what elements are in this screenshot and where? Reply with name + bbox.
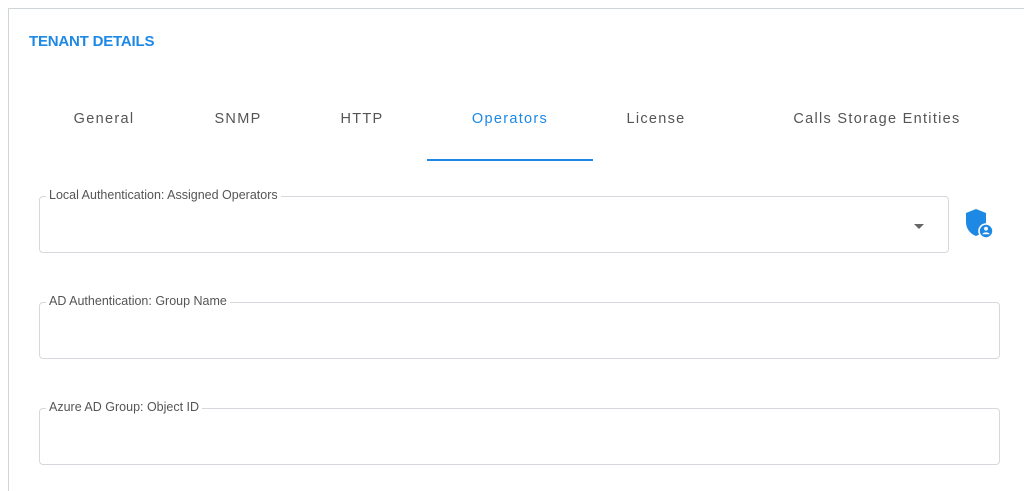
tab-calls-storage-entities[interactable]: Calls Storage Entities bbox=[761, 99, 993, 157]
tab-snmp[interactable]: SNMP bbox=[197, 99, 279, 157]
azure-ad-object-id-field[interactable]: Azure AD Group: Object ID bbox=[39, 400, 1000, 465]
local-auth-operators-select[interactable]: Local Authentication: Assigned Operators bbox=[39, 188, 949, 253]
ad-group-name-input[interactable] bbox=[50, 321, 959, 343]
tab-operators[interactable]: Operators bbox=[427, 99, 593, 157]
local-auth-operators-input[interactable] bbox=[50, 215, 908, 237]
tab-http[interactable]: HTTP bbox=[327, 99, 397, 157]
active-tab-indicator bbox=[427, 159, 593, 161]
local-auth-operators-label: Local Authentication: Assigned Operators bbox=[46, 188, 281, 202]
chevron-down-icon[interactable] bbox=[914, 224, 924, 229]
ad-group-name-label: AD Authentication: Group Name bbox=[46, 294, 230, 308]
azure-ad-object-id-label: Azure AD Group: Object ID bbox=[46, 400, 203, 414]
tab-license[interactable]: License bbox=[607, 99, 705, 157]
azure-ad-object-id-input[interactable] bbox=[50, 427, 959, 449]
tab-bar: General SNMP HTTP Operators License Call… bbox=[9, 99, 1024, 161]
tab-general[interactable]: General bbox=[49, 99, 159, 157]
ad-group-name-field[interactable]: AD Authentication: Group Name bbox=[39, 294, 1000, 359]
shield-user-icon[interactable] bbox=[964, 207, 994, 239]
page-title: TENANT DETAILS bbox=[29, 33, 155, 50]
